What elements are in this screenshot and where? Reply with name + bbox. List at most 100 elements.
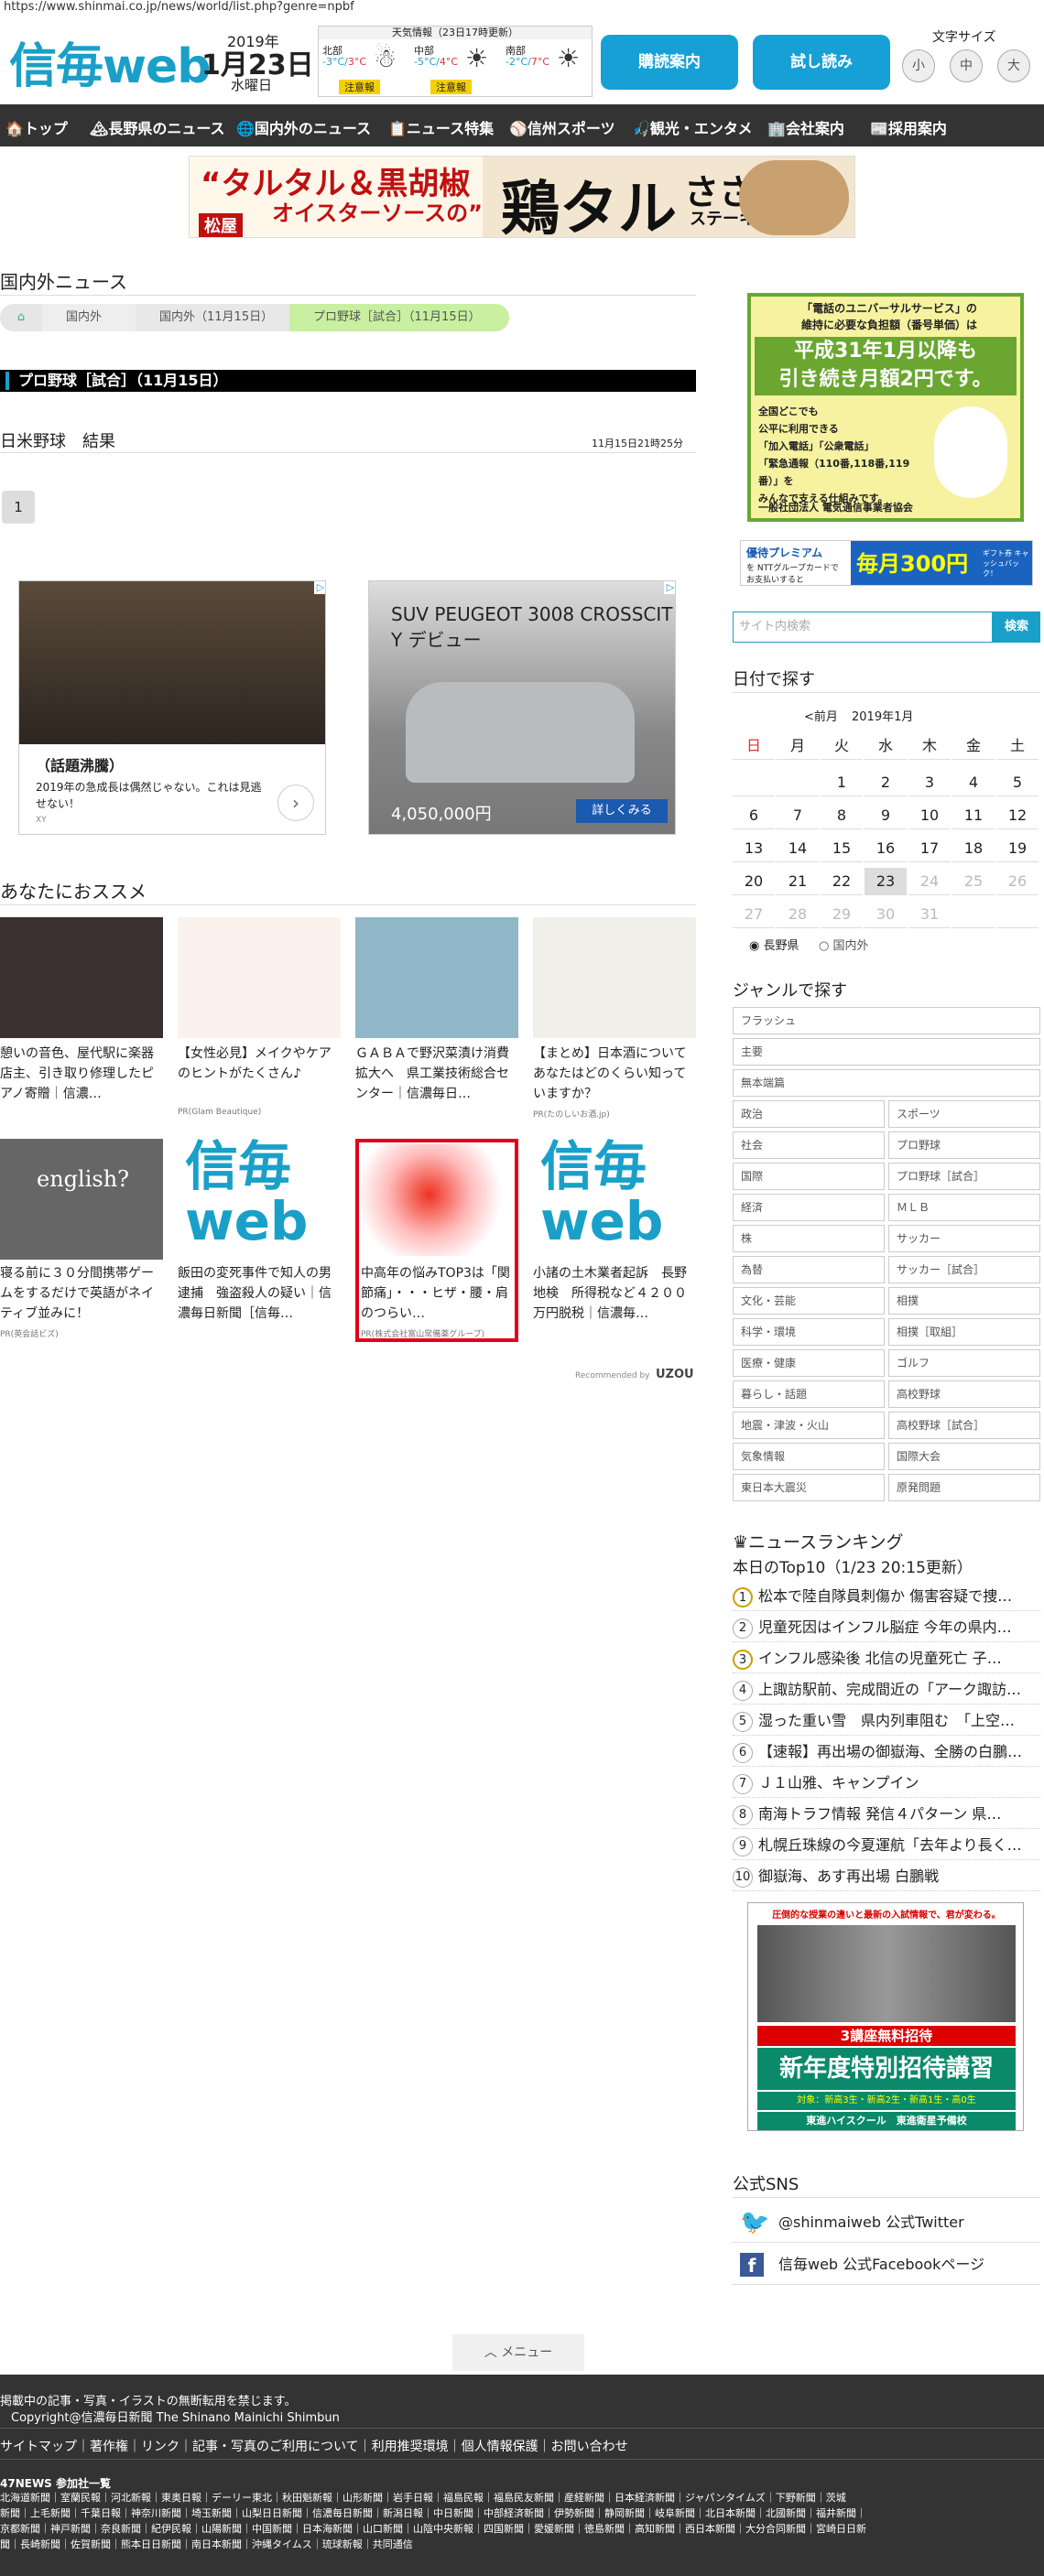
- cal-day[interactable]: 22: [821, 868, 863, 895]
- font-size-small-button[interactable]: 小: [902, 49, 935, 82]
- rec-image-piano[interactable]: [0, 917, 163, 1038]
- genre-item[interactable]: プロ野球: [888, 1131, 1040, 1159]
- genre-item[interactable]: 文化・芸能: [733, 1287, 885, 1315]
- rec-title[interactable]: 中高年の悩みTOP3は「関節痛」・・・ヒザ・腰・肩のつらい…: [361, 1263, 513, 1324]
- genre-item[interactable]: 科学・環境: [733, 1318, 885, 1346]
- genre-item[interactable]: サッカー［試合］: [888, 1256, 1040, 1283]
- nav-top[interactable]: 🏠トップ: [5, 116, 68, 138]
- genre-item[interactable]: 暮らし・話題: [733, 1380, 885, 1408]
- genre-item[interactable]: プロ野球［試合］: [888, 1163, 1040, 1190]
- footer-links[interactable]: サイトマップ｜著作権｜リンク｜記事・写真のご利用について｜利用推奨環境｜個人情報…: [0, 2437, 628, 2455]
- ad-card-2[interactable]: SUV PEUGEOT 3008 CROSSCITY デビュー ▷ 4,050,…: [368, 580, 676, 835]
- site-search-input[interactable]: サイト内検索: [733, 612, 993, 643]
- sidebar-ad-toshin[interactable]: 圧倒的な授業の違いと最新の入試情報で、君が変わる。 3講座無料招待 新年度特別招…: [747, 1902, 1024, 2131]
- genre-item[interactable]: ゴルフ: [888, 1349, 1040, 1377]
- cal-day[interactable]: 10: [908, 802, 951, 829]
- cal-day[interactable]: 14: [777, 835, 819, 862]
- uzou-logo[interactable]: UZOU: [656, 1368, 694, 1381]
- font-size-large-button[interactable]: 大: [997, 49, 1030, 82]
- rec-image-face[interactable]: [178, 917, 341, 1038]
- ranking-item[interactable]: 3 インフル感染後 北信の児童死亡 子…: [733, 1644, 1040, 1673]
- radio-nagano[interactable]: ◉ 長野県: [749, 936, 799, 953]
- genre-main[interactable]: 主要: [733, 1038, 1040, 1066]
- cal-day[interactable]: 13: [733, 835, 775, 862]
- footer-np-list[interactable]: 京都新聞｜神戸新聞｜奈良新聞｜紀伊民報｜山陽新聞｜中国新聞｜日本海新聞｜山口新聞…: [0, 2521, 866, 2536]
- ad-card-1[interactable]: ▷ （話題沸騰） 2019年の急成長は偶然じゃない。これは見逃せない！ XY ›: [18, 580, 326, 835]
- font-size-medium-button[interactable]: 中: [950, 49, 983, 82]
- cal-day[interactable]: 18: [952, 835, 995, 862]
- rec-title[interactable]: 【女性必見】メイクやケアのヒントがたくさん♪: [178, 1044, 343, 1104]
- rec-image-shinmai[interactable]: 信毎 web: [178, 1139, 341, 1260]
- chevron-right-icon[interactable]: ›: [277, 785, 314, 821]
- rec-image-sake[interactable]: [533, 917, 696, 1038]
- cal-day[interactable]: 12: [996, 802, 1039, 829]
- nav-features[interactable]: 📋ニュース特集: [388, 116, 494, 138]
- sidebar-ad-premium[interactable]: 優待プレミアム を NTTグループカードで お支払いすると 毎月300円 ギフト…: [740, 540, 1033, 586]
- cal-day[interactable]: 23: [865, 868, 907, 895]
- genre-item[interactable]: 相撲: [888, 1287, 1040, 1315]
- ranking-item[interactable]: 6 【速報】再出場の御嶽海、全勝の白鵬…: [733, 1737, 1040, 1767]
- genre-item[interactable]: 国際: [733, 1163, 885, 1190]
- adchoices-icon[interactable]: ▷: [314, 581, 325, 594]
- adchoices-icon[interactable]: ▷: [664, 581, 675, 594]
- nav-recruit[interactable]: 📰採用案内: [870, 116, 947, 138]
- genre-item[interactable]: 高校野球［試合］: [888, 1412, 1040, 1439]
- cal-day[interactable]: 15: [821, 835, 863, 862]
- ranking-item[interactable]: 9 札幌丘珠線の今夏運航「去年より長く…: [733, 1831, 1040, 1860]
- search-button[interactable]: 検索: [993, 612, 1040, 643]
- genre-item[interactable]: 相撲［取組］: [888, 1318, 1040, 1346]
- cal-day[interactable]: 4: [952, 769, 995, 796]
- ranking-item[interactable]: 8 南海トラフ情報 発信４パターン 県…: [733, 1800, 1040, 1829]
- article-link[interactable]: 日米野球 結果: [0, 428, 115, 452]
- rec-image-chart[interactable]: [355, 917, 518, 1038]
- genre-item[interactable]: 地震・津波・火山: [733, 1412, 885, 1439]
- facebook-link[interactable]: f 信毎web 公式Facebookページ: [733, 2245, 1040, 2285]
- home-icon[interactable]: ⌂: [0, 304, 42, 331]
- genre-item[interactable]: 東日本大震災: [733, 1474, 885, 1501]
- ranking-item[interactable]: 1 松本で陸自隊員刺傷か 傷害容疑で捜…: [733, 1582, 1040, 1611]
- genre-item[interactable]: 気象情報: [733, 1443, 885, 1470]
- cal-day[interactable]: 21: [777, 868, 819, 895]
- genre-item[interactable]: 社会: [733, 1131, 885, 1159]
- genre-item[interactable]: 経済: [733, 1194, 885, 1221]
- rec-title[interactable]: 飯田の変死事件で知人の男逮捕 強盗殺人の疑い｜信濃毎日新聞［信毎…: [178, 1263, 343, 1324]
- breadcrumb-domestic[interactable]: 国内外: [42, 304, 143, 331]
- rec-title[interactable]: 小諸の土木業者起訴 長野地検 所得税など４２００万円脱税｜信濃毎…: [533, 1263, 698, 1324]
- ranking-item[interactable]: 4 上諏訪駅前、完成間近の「アーク諏訪…: [733, 1675, 1040, 1705]
- genre-uncategorized[interactable]: 無本端篇: [733, 1069, 1040, 1097]
- rec-title[interactable]: ＧＡＢＡで野沢菜漬け消費拡大へ 県工業技術総合センター｜信濃毎日…: [355, 1044, 520, 1104]
- nav-company[interactable]: 🏢会社案内: [767, 116, 844, 138]
- ranking-item[interactable]: 7 Ｊ１山雅、キャンプイン: [733, 1769, 1040, 1798]
- cal-day[interactable]: 3: [908, 769, 951, 796]
- ranking-item[interactable]: 5 湿った重い雪 県内列車阻む 「上空…: [733, 1706, 1040, 1736]
- page-1-button[interactable]: 1: [2, 491, 35, 524]
- rec-title[interactable]: 憩いの音色、屋代駅に楽器店主、引き取り修理したピアノ寄贈｜信濃…: [0, 1044, 165, 1104]
- cal-day[interactable]: 1: [821, 769, 863, 796]
- nav-sports[interactable]: ⚾信州スポーツ: [509, 116, 615, 138]
- cal-day[interactable]: 19: [996, 835, 1039, 862]
- genre-item[interactable]: 株: [733, 1225, 885, 1252]
- cal-day[interactable]: 9: [865, 802, 907, 829]
- rec-title[interactable]: 寝る前に３０分間携帯ゲームをするだけで英語がネイティブ並みに！: [0, 1263, 165, 1324]
- cal-day[interactable]: 5: [996, 769, 1039, 796]
- ad2-cta-button[interactable]: 詳しくみる: [576, 799, 668, 823]
- rec-image-shinmai[interactable]: 信毎 web: [533, 1139, 696, 1260]
- cal-day[interactable]: 11: [952, 802, 995, 829]
- genre-item[interactable]: 国際大会: [888, 1443, 1040, 1470]
- genre-item[interactable]: 原発問題: [888, 1474, 1040, 1501]
- rec-title[interactable]: 【まとめ】日本酒についてあなたはどのくらい知っていますか？: [533, 1044, 698, 1104]
- genre-item[interactable]: スポーツ: [888, 1100, 1040, 1128]
- nav-domestic-world[interactable]: 🌐国内外のニュース: [236, 116, 371, 138]
- genre-item[interactable]: 高校野球: [888, 1380, 1040, 1408]
- footer-np-list[interactable]: 北海道新聞｜室蘭民報｜河北新報｜東奥日報｜デーリー東北｜秋田魁新報｜山形新聞｜岩…: [0, 2490, 846, 2505]
- breadcrumb-date[interactable]: 国内外（11月15日）: [136, 304, 300, 331]
- cal-day[interactable]: 20: [733, 868, 775, 895]
- menu-button[interactable]: ︿ メニュー: [452, 2334, 584, 2371]
- nav-nagano-news[interactable]: 🏔長野県のニュース: [90, 116, 225, 138]
- genre-item[interactable]: 為替: [733, 1256, 885, 1283]
- delivery-button[interactable]: 購読案内: [601, 35, 738, 90]
- twitter-link[interactable]: 🐦 @shinmaiweb 公式Twitter: [733, 2203, 1040, 2243]
- genre-item[interactable]: 医療・健康: [733, 1349, 885, 1377]
- footer-np-list[interactable]: 新聞｜上毛新聞｜千葉日報｜神奈川新聞｜埼玉新聞｜山梨日日新聞｜信濃毎日新聞｜新潟…: [0, 2506, 866, 2520]
- cal-day[interactable]: 7: [777, 802, 819, 829]
